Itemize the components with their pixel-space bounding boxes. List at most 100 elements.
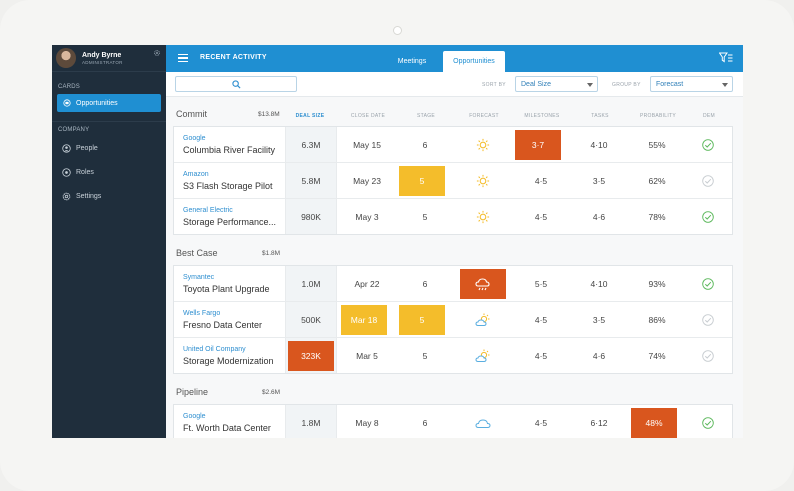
tab-meetings[interactable]: Meetings xyxy=(382,51,442,72)
close-date-cell-highlight[interactable]: Mar 18 xyxy=(341,305,387,335)
dem-check-icon[interactable] xyxy=(686,127,730,162)
close-date-cell: Apr 22 xyxy=(354,278,380,289)
sidebar-item-settings[interactable]: Settings xyxy=(52,184,166,208)
opportunity-row[interactable]: General Electric Storage Performance... 98… xyxy=(174,199,732,235)
sort-by-value: Deal Size xyxy=(521,81,551,88)
milestones-cell: 4·5 xyxy=(534,350,548,361)
tasks-cell: 4·6 xyxy=(592,211,606,222)
sort-by-select[interactable]: Deal Size xyxy=(515,76,598,92)
column-header-close-date[interactable]: CLOSE DATE xyxy=(339,113,397,119)
people-icon xyxy=(62,143,71,153)
opportunity-name[interactable]: Storage Modernization xyxy=(183,356,274,366)
opportunity-name[interactable]: S3 Flash Storage Pilot xyxy=(183,181,273,191)
column-header-forecast[interactable]: FORECAST xyxy=(455,113,513,119)
company-name[interactable]: United Oil Company xyxy=(183,346,246,353)
tasks-cell: 4·10 xyxy=(590,139,608,150)
deal-size-cell: 980K xyxy=(301,211,321,222)
settings-icon xyxy=(62,192,71,200)
menu-icon[interactable] xyxy=(178,54,188,62)
opportunity-name[interactable]: Toyota Plant Upgrade xyxy=(183,284,270,294)
opportunity-row[interactable]: Symantec Toyota Plant Upgrade 1.0M Apr 22 6 5… xyxy=(174,266,732,302)
page-title: RECENT ACTIVITY xyxy=(200,54,267,61)
tasks-cell: 3·5 xyxy=(592,314,606,325)
opportunity-row[interactable]: Google Columbia River Facility 6.3M May 15 6… xyxy=(174,127,732,163)
close-date-cell: May 8 xyxy=(355,417,379,428)
sidebar-item-people[interactable]: People xyxy=(52,136,166,160)
user-profile[interactable]: Andy Byrne ADMINISTRATOR xyxy=(52,45,166,72)
stage-cell-highlight[interactable]: 5 xyxy=(399,305,445,335)
dem-check-icon[interactable] xyxy=(686,338,730,373)
dem-check-icon[interactable] xyxy=(686,266,730,301)
stage-cell-highlight[interactable]: 5 xyxy=(399,166,445,196)
milestones-cell-highlight[interactable]: 3·7 xyxy=(515,130,561,160)
search-input[interactable] xyxy=(175,76,297,92)
group-by-select[interactable]: Forecast xyxy=(650,76,733,92)
stage-cell: 6 xyxy=(422,417,428,428)
company-name[interactable]: Symantec xyxy=(183,274,214,281)
dem-check-icon[interactable] xyxy=(686,405,730,438)
partly-cloudy-icon xyxy=(454,302,512,337)
deal-size-cell-highlight[interactable]: 323K xyxy=(288,341,334,371)
app-screen: Andy Byrne ADMINISTRATOR CARDS Opportuni… xyxy=(52,45,743,438)
company-name[interactable]: Amazon xyxy=(183,171,209,178)
opportunity-name[interactable]: Fresno Data Center xyxy=(183,320,262,330)
company-name[interactable]: Google xyxy=(183,135,206,142)
user-role: ADMINISTRATOR xyxy=(82,60,123,65)
user-name: Andy Byrne xyxy=(82,52,122,59)
avatar xyxy=(56,48,76,68)
tab-opportunities[interactable]: Opportunities xyxy=(443,51,505,72)
company-name[interactable]: General Electric xyxy=(183,207,233,214)
opportunity-row[interactable]: United Oil Company Storage Modernization 3… xyxy=(174,338,732,374)
stage-cell: 5 xyxy=(422,350,428,361)
partly-cloudy-icon xyxy=(454,338,512,373)
close-date-cell: May 3 xyxy=(355,211,379,222)
dem-check-icon[interactable] xyxy=(686,199,730,234)
roles-icon xyxy=(62,167,71,177)
column-header-dem[interactable]: DEM xyxy=(687,113,731,119)
sidebar: Andy Byrne ADMINISTRATOR CARDS Opportuni… xyxy=(52,45,166,438)
column-header-milestones[interactable]: MILESTONES xyxy=(513,113,571,119)
group-title: Commit xyxy=(176,109,207,119)
milestones-cell: 4·5 xyxy=(534,175,548,186)
close-date-cell: Mar 5 xyxy=(356,350,378,361)
sidebar-item-opportunities[interactable]: Opportunities xyxy=(57,94,161,112)
sidebar-item-label: Settings xyxy=(76,192,102,200)
column-header-deal-size[interactable]: DEAL SIZE xyxy=(284,113,336,119)
camera-dot xyxy=(393,26,402,35)
group-card: Google Ft. Worth Data Center 1.8M May 8 6 4·5… xyxy=(173,404,733,438)
probability-cell-highlight[interactable]: 48% xyxy=(631,408,677,438)
storm-icon[interactable] xyxy=(460,269,506,299)
column-header-probability[interactable]: PROBABILITY xyxy=(629,113,687,119)
close-date-cell: May 15 xyxy=(353,139,381,150)
opportunity-name[interactable]: Ft. Worth Data Center xyxy=(183,423,271,433)
opportunity-row[interactable]: Wells Fargo Fresno Data Center 500K Mar 18 5… xyxy=(174,302,732,338)
sun-icon xyxy=(454,199,512,234)
group-amount: $13.8M xyxy=(258,111,280,118)
sidebar-item-label: People xyxy=(76,144,98,152)
group-title: Best Case xyxy=(176,248,218,258)
deal-size-cell: 1.0M xyxy=(301,278,321,289)
company-name[interactable]: Google xyxy=(183,413,206,420)
column-header-stage[interactable]: STAGE xyxy=(397,113,455,119)
opportunity-row[interactable]: Amazon S3 Flash Storage Pilot 5.8M May 23 5 4… xyxy=(174,163,732,199)
probability-cell: 93% xyxy=(648,278,666,289)
gear-icon[interactable] xyxy=(153,49,161,57)
opportunity-row[interactable]: Google Ft. Worth Data Center 1.8M May 8 6 4·5… xyxy=(174,405,732,438)
chevron-down-icon xyxy=(722,83,728,87)
dem-check-icon[interactable] xyxy=(686,302,730,337)
company-name[interactable]: Wells Fargo xyxy=(183,310,220,317)
column-header-tasks[interactable]: TASKS xyxy=(571,113,629,119)
sidebar-item-roles[interactable]: Roles xyxy=(52,160,166,184)
chevron-down-icon xyxy=(587,83,593,87)
group-card: Google Columbia River Facility 6.3M May 15 6… xyxy=(173,126,733,235)
opportunity-name[interactable]: Columbia River Facility xyxy=(183,145,275,155)
group-card: Symantec Toyota Plant Upgrade 1.0M Apr 22 6 5… xyxy=(173,265,733,374)
opportunity-name[interactable]: Storage Performance... xyxy=(183,217,276,227)
milestones-cell: 4·5 xyxy=(534,211,548,222)
probability-cell: 55% xyxy=(648,139,666,150)
milestones-cell: 4·5 xyxy=(534,314,548,325)
filter-icon[interactable] xyxy=(719,52,733,63)
opportunities-board: DEAL SIZE CLOSE DATE STAGE FORECAST MILE… xyxy=(166,97,743,438)
dem-check-icon[interactable] xyxy=(686,163,730,198)
sun-icon xyxy=(454,127,512,162)
